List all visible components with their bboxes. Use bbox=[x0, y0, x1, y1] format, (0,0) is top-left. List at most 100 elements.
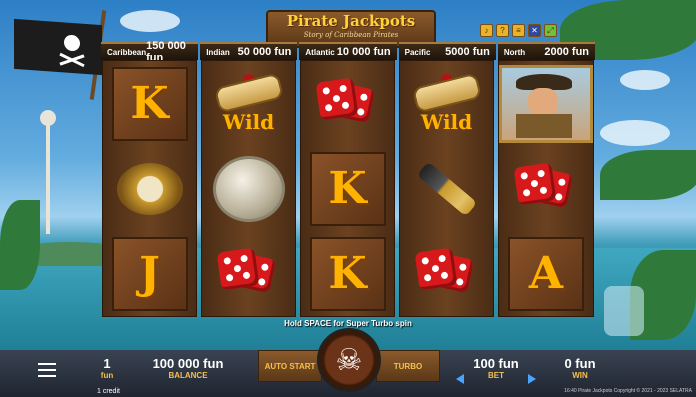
cloud bbox=[120, 10, 180, 32]
jackpot-value: 5000 fun bbox=[445, 46, 490, 58]
die-icon bbox=[414, 247, 457, 290]
reel-symbol bbox=[301, 61, 394, 146]
spin-button[interactable]: ☠ bbox=[317, 328, 381, 392]
letter-symbol: J bbox=[139, 248, 160, 299]
wild-label: Wild bbox=[222, 109, 275, 134]
jackpot-north: North 2000 fun bbox=[497, 42, 596, 60]
language-flag-icon[interactable]: ✕ bbox=[528, 24, 541, 37]
letter-card: J bbox=[111, 236, 188, 311]
bet-increase-icon[interactable] bbox=[528, 374, 536, 384]
reel-symbol bbox=[103, 146, 196, 231]
jackpot-value: 10 000 fun bbox=[336, 46, 391, 58]
reel-symbol bbox=[400, 231, 493, 316]
reel-symbol: A bbox=[499, 231, 593, 316]
reel-symbol bbox=[499, 61, 593, 146]
palm-leaves bbox=[0, 200, 40, 290]
win-display: 0 fun WIN bbox=[552, 356, 608, 380]
letter-symbol: K bbox=[328, 248, 367, 299]
silver-coin-icon bbox=[212, 155, 285, 222]
credit-text: 1 credit bbox=[97, 388, 120, 395]
hanging-skeleton bbox=[38, 110, 58, 240]
reel: Wild bbox=[399, 60, 494, 317]
jackpot-name: Indian bbox=[206, 47, 230, 57]
dice-icon bbox=[414, 246, 477, 302]
letter-symbol: K bbox=[130, 78, 169, 129]
bet-decrease-icon[interactable] bbox=[456, 374, 464, 384]
dice-icon bbox=[513, 161, 576, 217]
bet-value: 100 fun bbox=[473, 356, 519, 371]
jackpot-value: 50 000 fun bbox=[237, 46, 292, 58]
menu-icon[interactable] bbox=[38, 363, 56, 377]
lines-display: 1 fun bbox=[92, 356, 122, 380]
letter-symbol: A bbox=[528, 248, 564, 299]
reel-symbol: K bbox=[301, 231, 394, 316]
die-icon bbox=[513, 162, 557, 205]
reel: KJ bbox=[102, 60, 197, 317]
balance-value: 100 000 fun bbox=[152, 356, 224, 371]
bottle bbox=[604, 286, 644, 336]
letter-card: K bbox=[111, 66, 188, 141]
settings-icons: ♪ ? ≡ ✕ ⤢ bbox=[480, 24, 557, 37]
die-icon bbox=[315, 77, 358, 120]
wild-symbol: Wild bbox=[411, 71, 482, 134]
reel: KK bbox=[300, 60, 395, 317]
reel-symbol bbox=[400, 146, 493, 231]
sound-icon[interactable]: ♪ bbox=[480, 24, 493, 37]
win-value: 0 fun bbox=[564, 356, 596, 371]
lines-value: 1 bbox=[103, 356, 111, 371]
bet-display: 100 fun BET bbox=[466, 356, 526, 380]
palm-leaves bbox=[600, 150, 696, 200]
jackpot-pacific: Pacific 5000 fun bbox=[398, 42, 496, 60]
turbo-button[interactable]: TURBO bbox=[376, 350, 440, 382]
letter-card: A bbox=[508, 236, 584, 311]
balance-label: BALANCE bbox=[168, 371, 208, 380]
jackpot-name: North bbox=[503, 47, 526, 57]
compass-icon bbox=[116, 162, 183, 215]
reel-symbol: K bbox=[301, 146, 394, 231]
jackpot-indian: Indian 50 000 fun bbox=[200, 42, 298, 60]
reel-symbol: Wild bbox=[202, 61, 295, 146]
balance-display: 100 000 fun BALANCE bbox=[140, 356, 236, 380]
letter-card: K bbox=[309, 151, 386, 226]
jackpot-value: 2000 fun bbox=[544, 46, 590, 58]
reel: Wild bbox=[201, 60, 296, 317]
skull-crossbones-icon bbox=[59, 34, 85, 68]
skull-icon: ☠ bbox=[335, 343, 363, 377]
win-label: WIN bbox=[572, 371, 588, 380]
control-bar: 1 fun 100 000 fun BALANCE AUTO START TUR… bbox=[0, 328, 696, 397]
die-icon bbox=[216, 247, 259, 290]
reel-symbol: J bbox=[103, 231, 196, 316]
reel-symbol: Wild bbox=[400, 61, 493, 146]
turbo-hint: Hold SPACE for Super Turbo spin bbox=[284, 319, 412, 328]
slot-reels: K J Wild K K Wild A bbox=[100, 60, 596, 317]
letter-card: K bbox=[309, 236, 386, 311]
copyright-text: 16:40 Pirate Jackpots Copyright © 2021 -… bbox=[564, 388, 692, 394]
lines-unit: fun bbox=[100, 371, 114, 380]
help-icon[interactable]: ? bbox=[496, 24, 509, 37]
paytable-icon[interactable]: ≡ bbox=[512, 24, 525, 37]
pirate-portrait-icon bbox=[499, 64, 593, 143]
wild-symbol: Wild bbox=[213, 71, 284, 134]
jackpot-name: Atlantic bbox=[305, 47, 335, 57]
reel-symbol bbox=[499, 146, 593, 231]
jackpot-caribbean: Caribbean 150 000 fun bbox=[101, 40, 199, 64]
bet-label: BET bbox=[488, 371, 504, 380]
auto-start-button[interactable]: AUTO START bbox=[258, 350, 322, 382]
spyglass-icon bbox=[416, 161, 477, 216]
cloud bbox=[600, 120, 670, 146]
dice-icon bbox=[315, 76, 378, 132]
jackpot-bar: Caribbean 150 000 fun Indian 50 000 fun … bbox=[100, 40, 596, 64]
reel-symbol bbox=[202, 231, 295, 316]
reel-symbol: K bbox=[103, 61, 196, 146]
jackpot-atlantic: Atlantic 10 000 fun bbox=[299, 42, 397, 60]
dice-icon bbox=[216, 246, 279, 302]
wild-label: Wild bbox=[420, 109, 473, 134]
reel-symbol bbox=[202, 146, 295, 231]
fullscreen-icon[interactable]: ⤢ bbox=[544, 24, 557, 37]
game-title: Pirate Jackpots bbox=[286, 12, 416, 30]
jackpot-name: Caribbean bbox=[107, 47, 147, 57]
cloud bbox=[620, 70, 670, 90]
letter-symbol: K bbox=[328, 163, 367, 214]
jackpot-name: Pacific bbox=[404, 47, 431, 57]
jolly-roger-flag bbox=[14, 18, 102, 76]
